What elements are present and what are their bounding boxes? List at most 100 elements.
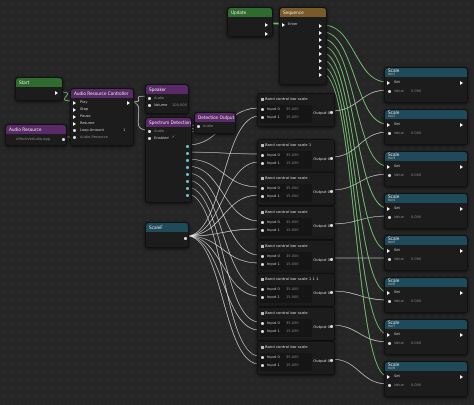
band-output-pin[interactable]	[330, 291, 333, 294]
band-input1-pin[interactable]	[261, 162, 264, 165]
arc-play-pin[interactable]	[73, 101, 76, 105]
update-exec-out-2[interactable]	[265, 32, 268, 36]
band-input1-pin[interactable]	[261, 195, 264, 198]
band-input1-pin[interactable]	[261, 229, 264, 232]
band-input1-pin[interactable]	[261, 364, 264, 367]
sequence-out-7[interactable]	[319, 66, 322, 70]
band-input0-pin[interactable]	[261, 356, 264, 359]
band-input0-pin[interactable]	[261, 154, 264, 157]
scale-value-field[interactable]: 0.000	[411, 215, 421, 219]
spectrum-out-8[interactable]	[186, 194, 189, 197]
scale-node[interactable]: Scale bar2 Set Value 0.000	[384, 109, 468, 145]
detection-audio-pin[interactable]	[197, 125, 200, 128]
band-input1-value[interactable]: 15.000	[286, 295, 299, 299]
audio-resource-out-pin[interactable]	[62, 138, 65, 141]
scale-value-pin[interactable]	[388, 342, 391, 345]
band-control-node[interactable]: Band control bar scale Input 0 35.000 In…	[257, 172, 335, 206]
band-control-node[interactable]: Band control bar scale 1 1 1 Input 0 35.…	[257, 273, 335, 307]
spectrum-out-2[interactable]	[186, 152, 189, 155]
band-control-node[interactable]: Band control bar scale Input 0 35.000 In…	[257, 93, 335, 127]
scale-node[interactable]: Scale bar5 Set Value 0.000	[384, 235, 468, 271]
spectrum-out-6[interactable]	[186, 180, 189, 183]
band-input0-pin[interactable]	[261, 187, 264, 190]
scale-value-pin[interactable]	[388, 132, 391, 135]
spectrum-out-1[interactable]	[186, 145, 189, 148]
speaker-node[interactable]: Speaker Audio Volume 100.000	[145, 84, 189, 114]
arc-audio-pin[interactable]	[73, 136, 76, 139]
spectrum-enabled-pin[interactable]	[148, 137, 151, 140]
scale-value-pin[interactable]	[388, 258, 391, 261]
scale-set-exec-in[interactable]	[387, 81, 390, 85]
scalef-out-pin[interactable]	[184, 237, 187, 240]
scale-node[interactable]: Scale bar6 Set Value 0.000	[384, 277, 468, 313]
scale-value-pin[interactable]	[388, 174, 391, 177]
band-control-node[interactable]: Band control bar scale Input 0 35.000 In…	[257, 240, 335, 274]
sequence-exec-in[interactable]	[282, 23, 285, 27]
scale-value-field[interactable]: 0.000	[411, 89, 421, 93]
sequence-out-5[interactable]	[319, 52, 322, 56]
band-output-pin[interactable]	[330, 111, 333, 114]
band-input1-value[interactable]: 15.000	[286, 363, 299, 367]
sequence-out-1[interactable]	[319, 24, 322, 28]
band-output-pin[interactable]	[330, 258, 333, 261]
arc-loop-value[interactable]: 1	[123, 128, 125, 132]
sequence-out-2[interactable]	[319, 31, 322, 35]
scale-exec-out[interactable]	[460, 81, 463, 85]
update-exec-out[interactable]	[265, 23, 268, 27]
band-output-pin[interactable]	[330, 325, 333, 328]
scale-value-field[interactable]: 0.000	[411, 257, 421, 261]
scale-value-field[interactable]: 0.000	[411, 341, 421, 345]
band-input0-value[interactable]: 35.000	[286, 186, 299, 190]
scale-node[interactable]: Scale bar4 Set Value 0.000	[384, 193, 468, 229]
arc-resume-pin[interactable]	[73, 122, 76, 126]
scale-exec-out[interactable]	[460, 123, 463, 127]
scale-set-exec-in[interactable]	[387, 291, 390, 295]
spectrum-out-7[interactable]	[186, 187, 189, 190]
spectrum-out-3[interactable]	[186, 159, 189, 162]
scale-value-pin[interactable]	[388, 216, 391, 219]
spectrum-detection-node[interactable]: Spectrum Detection Audio Enabled ✓	[145, 117, 192, 203]
scale-node[interactable]: Scale bar1 Set Value 0.000	[384, 67, 468, 103]
scale-exec-out[interactable]	[460, 165, 463, 169]
scale-exec-out[interactable]	[460, 291, 463, 295]
spectrum-enabled-check[interactable]: ✓	[172, 135, 175, 139]
scale-node[interactable]: Scale bar7 Set Value 0.000	[384, 319, 468, 355]
audio-resource-controller-node[interactable]: Audio Resource Controller Play Stop Paus…	[70, 88, 134, 146]
scale-node[interactable]: Scale bar8 Set Value 0.000	[384, 361, 468, 397]
scale-exec-out[interactable]	[460, 375, 463, 379]
start-node[interactable]: Start	[15, 77, 63, 101]
arc-loop-pin[interactable]	[73, 129, 76, 132]
band-output-pin[interactable]	[330, 157, 333, 160]
band-control-node[interactable]: Band control bar scale Input 0 35.000 In…	[257, 307, 335, 341]
arc-stop-pin[interactable]	[73, 108, 76, 112]
band-input1-value[interactable]: 15.000	[286, 262, 299, 266]
audio-resource-value[interactable]: AffectiveAudio.ogg	[16, 137, 50, 141]
scale-exec-out[interactable]	[460, 207, 463, 211]
scale-node[interactable]: Scale bar3 Set Value 0.000	[384, 151, 468, 187]
scale-set-exec-in[interactable]	[387, 207, 390, 211]
detection-output-node[interactable]: Detection Output Audio	[194, 112, 236, 134]
start-exec-out[interactable]	[55, 91, 58, 95]
band-input1-value[interactable]: 15.000	[286, 329, 299, 333]
band-input1-pin[interactable]	[261, 116, 264, 119]
arc-pause-pin[interactable]	[73, 115, 76, 119]
band-input0-pin[interactable]	[261, 288, 264, 291]
band-input1-value[interactable]: 15.000	[286, 194, 299, 198]
band-input1-value[interactable]: 15.000	[286, 228, 299, 232]
scale-set-exec-in[interactable]	[387, 165, 390, 169]
spectrum-audio-pin[interactable]	[148, 130, 151, 133]
band-output-pin[interactable]	[330, 190, 333, 193]
scale-value-field[interactable]: 0.000	[411, 383, 421, 387]
scale-set-exec-in[interactable]	[387, 249, 390, 253]
scale-value-field[interactable]: 0.000	[411, 299, 421, 303]
sequence-out-3[interactable]	[319, 38, 322, 42]
audio-resource-node[interactable]: Audio Resource AffectiveAudio.ogg	[5, 124, 67, 146]
speaker-audio-pin[interactable]	[148, 97, 151, 100]
band-input0-pin[interactable]	[261, 322, 264, 325]
scale-value-pin[interactable]	[388, 90, 391, 93]
speaker-volume-pin[interactable]	[148, 104, 151, 107]
speaker-volume-value[interactable]: 100.000	[172, 103, 187, 107]
scale-value-pin[interactable]	[388, 384, 391, 387]
band-input1-value[interactable]: 15.000	[286, 161, 299, 165]
arc-exec-out[interactable]	[127, 101, 130, 105]
